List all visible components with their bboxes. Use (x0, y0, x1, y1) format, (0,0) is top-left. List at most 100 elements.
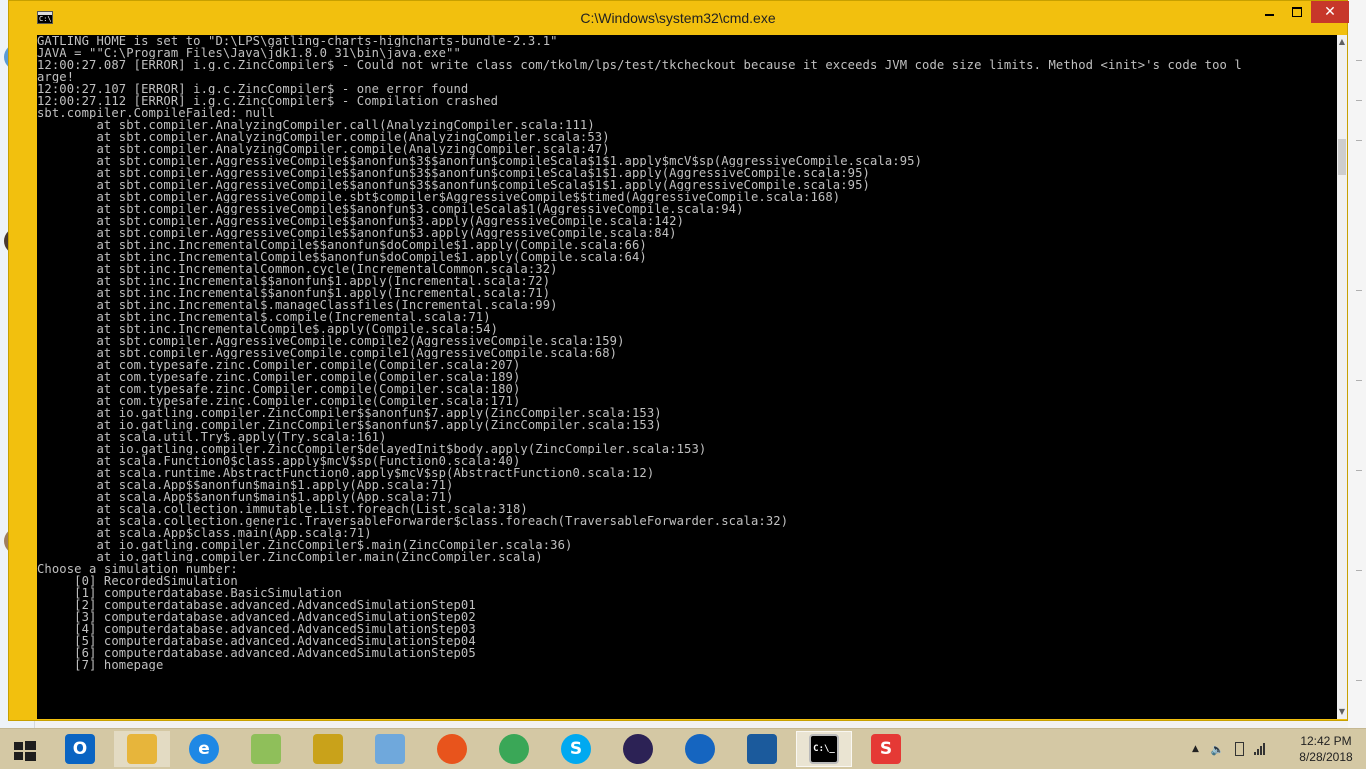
start-button[interactable] (8, 737, 40, 763)
window-titlebar[interactable]: C:\ C:\Windows\system32\cmd.exe ✕ (9, 1, 1349, 35)
console-line: at sbt.inc.Incremental$$anonfun$1.apply(… (37, 275, 551, 287)
taskbar-button-outlook[interactable]: O (52, 731, 108, 767)
taskbar-button-internet-explorer[interactable]: e (176, 731, 232, 767)
console-line: at scala.App$class.main(App.scala:71) (37, 527, 372, 539)
console-line: at com.typesafe.zinc.Compiler.compile(Co… (37, 383, 521, 395)
clock-date: 8/28/2018 (1299, 750, 1353, 764)
console-line: at sbt.compiler.AggressiveCompile.compil… (37, 347, 618, 359)
console-line: at scala.runtime.AbstractFunction0.apply… (37, 467, 655, 479)
file-explorer-icon (127, 734, 157, 764)
minimize-button[interactable] (1255, 1, 1283, 23)
firefox-icon (437, 734, 467, 764)
console-output[interactable]: GATLING_HOME is set to "D:\LPS\gatling-c… (37, 35, 1337, 719)
console-line: [5] computerdatabase.advanced.AdvancedSi… (37, 635, 476, 647)
internet-explorer-icon: e (189, 734, 219, 764)
virtualbox-icon (747, 734, 777, 764)
outlook-icon: O (65, 734, 95, 764)
console-line: [1] computerdatabase.BasicSimulation (37, 587, 342, 599)
scroll-down-icon[interactable]: ▼ (1337, 705, 1347, 719)
console-line: at sbt.inc.IncrementalCompile$$anonfun$d… (37, 239, 647, 251)
console-line: at io.gatling.compiler.ZincCompiler.main… (37, 551, 543, 563)
console-line: [6] computerdatabase.advanced.AdvancedSi… (37, 647, 476, 659)
background-right-edge (1348, 0, 1366, 728)
clock-time: 12:42 PM (1300, 734, 1352, 748)
console-line: at sbt.compiler.AggressiveCompile.sbt$co… (37, 191, 841, 203)
console-line: [3] computerdatabase.advanced.AdvancedSi… (37, 611, 476, 623)
console-line: GATLING_HOME is set to "D:\LPS\gatling-c… (37, 35, 558, 47)
console-line: at sbt.inc.Incremental$.compile(Incremen… (37, 311, 491, 323)
console-line: at io.gatling.compiler.ZincCompiler$dela… (37, 443, 707, 455)
minimize-icon (1264, 14, 1274, 16)
console-line: [2] computerdatabase.advanced.AdvancedSi… (37, 599, 476, 611)
taskbar-button-lock[interactable] (300, 731, 356, 767)
console-line: [4] computerdatabase.advanced.AdvancedSi… (37, 623, 476, 635)
console-line: at sbt.compiler.AggressiveCompile$$anonf… (37, 155, 923, 167)
taskbar-button-sublime[interactable]: S (858, 731, 914, 767)
windows-logo-icon (14, 742, 23, 750)
taskbar-button-eclipse[interactable] (610, 731, 666, 767)
console-line: sbt.compiler.CompileFailed: null (37, 107, 275, 119)
console-line: at sbt.compiler.AggressiveCompile$$anonf… (37, 227, 677, 239)
console-line: at sbt.inc.IncrementalCompile$.apply(Com… (37, 323, 499, 335)
scroll-thumb[interactable] (1338, 139, 1346, 175)
close-icon: ✕ (1324, 4, 1336, 20)
vertical-scrollbar[interactable]: ▲ ▼ (1337, 35, 1347, 719)
console-line: at sbt.compiler.AggressiveCompile$$anonf… (37, 167, 870, 179)
console-line: JAVA = ""C:\Program Files\Java\jdk1.8.0_… (37, 47, 461, 59)
console-line: 12:00:27.107 [ERROR] i.g.c.ZincCompiler$… (37, 83, 469, 95)
taskbar-button-cmd[interactable]: C:\_ (796, 731, 852, 767)
close-button[interactable]: ✕ (1311, 1, 1349, 23)
taskbar-button-firefox[interactable] (424, 731, 480, 767)
taskbar-button-skype[interactable]: S (548, 731, 604, 767)
console-line: at scala.App$$anonfun$main$1.apply(App.s… (37, 491, 454, 503)
taskbar-clock[interactable]: 12:42 PM 8/28/2018 (1290, 733, 1362, 765)
console-line: at sbt.compiler.AggressiveCompile.compil… (37, 335, 625, 347)
console-line: [7] homepage (37, 659, 164, 671)
console-line: at scala.App$$anonfun$main$1.apply(App.s… (37, 479, 454, 491)
window-title: C:\Windows\system32\cmd.exe (580, 10, 776, 26)
console-line: at sbt.inc.Incremental$.manageClassfiles… (37, 299, 558, 311)
skype-icon: S (561, 734, 591, 764)
taskbar: Oe S C:\_ S ▲ 🔈 12:42 PM 8/28/2018 (0, 728, 1366, 769)
console-line: at sbt.inc.IncrementalCommon.cycle(Incre… (37, 263, 558, 275)
network-icon[interactable] (1253, 743, 1265, 755)
console-line: at sbt.compiler.AggressiveCompile$$anonf… (37, 203, 744, 215)
console-line: at sbt.compiler.AggressiveCompile$$anonf… (37, 215, 685, 227)
battery-icon[interactable] (1234, 742, 1244, 756)
console-line: at com.typesafe.zinc.Compiler.compile(Co… (37, 359, 521, 371)
sublime-icon: S (871, 734, 901, 764)
console-line: at com.typesafe.zinc.Compiler.compile(Co… (37, 371, 521, 383)
console-line: at io.gatling.compiler.ZincCompiler$$ano… (37, 419, 662, 431)
maximize-icon (1292, 7, 1302, 17)
system-tray: ▲ 🔈 (1192, 729, 1265, 769)
taskbar-button-folder[interactable] (238, 731, 294, 767)
lock-icon (313, 734, 343, 764)
maximize-button[interactable] (1283, 1, 1311, 23)
volume-icon[interactable]: 🔈 (1211, 743, 1225, 756)
cmd-window: C:\ C:\Windows\system32\cmd.exe ✕ GATLIN… (8, 0, 1349, 721)
console-line: at sbt.compiler.AnalyzingCompiler.compil… (37, 131, 610, 143)
taskbar-button-virtualbox[interactable] (734, 731, 790, 767)
console-line: at sbt.inc.IncrementalCompile$$anonfun$d… (37, 251, 647, 263)
console-line: at sbt.compiler.AnalyzingCompiler.call(A… (37, 119, 595, 131)
notepad-icon (375, 734, 405, 764)
console-line: at com.typesafe.zinc.Compiler.compile(Co… (37, 395, 521, 407)
console-line: Choose a simulation number: (37, 563, 238, 575)
cmd-icon: C:\_ (809, 734, 839, 764)
console-line: at scala.collection.generic.TraversableF… (37, 515, 789, 527)
console-line: at sbt.inc.Incremental$$anonfun$1.apply(… (37, 287, 551, 299)
taskbar-button-notepad[interactable] (362, 731, 418, 767)
console-line: at io.gatling.compiler.ZincCompiler$$ano… (37, 407, 662, 419)
scroll-up-icon[interactable]: ▲ (1337, 35, 1347, 49)
taskbar-button-file-explorer[interactable] (114, 731, 170, 767)
console-line: at sbt.compiler.AggressiveCompile$$anonf… (37, 179, 870, 191)
console-lines: GATLING_HOME is set to "D:\LPS\gatling-c… (37, 35, 1335, 671)
console-line: 12:00:27.087 [ERROR] i.g.c.ZincCompiler$… (37, 59, 1242, 71)
taskbar-button-chrome[interactable] (486, 731, 542, 767)
folder-icon (251, 734, 281, 764)
console-line: at io.gatling.compiler.ZincCompiler$.mai… (37, 539, 573, 551)
show-hidden-icons-icon[interactable]: ▲ (1192, 744, 1199, 754)
taskbar-button-maps-pin[interactable] (672, 731, 728, 767)
console-line: at scala.util.Try$.apply(Try.scala:161) (37, 431, 387, 443)
console-line: arge! (37, 71, 75, 83)
